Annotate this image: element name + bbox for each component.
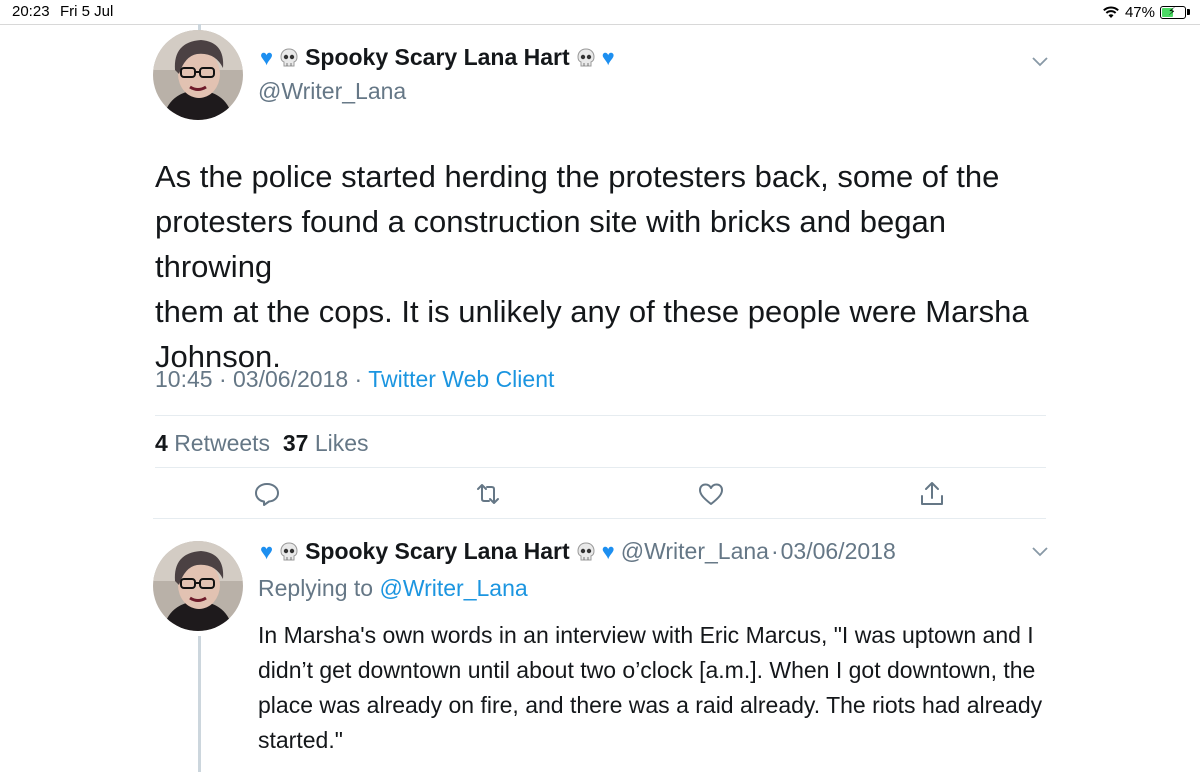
divider <box>155 415 1046 416</box>
replying-handle-link[interactable]: @Writer_Lana <box>379 575 527 601</box>
retweets-stat[interactable]: 4 Retweets <box>155 430 270 456</box>
reply-text-line: place was already on fire, and there was… <box>258 692 1043 718</box>
chevron-down-icon[interactable] <box>1031 546 1049 558</box>
skull-icon <box>280 541 298 560</box>
divider <box>153 518 1046 519</box>
replying-to: Replying to @Writer_Lana <box>258 575 528 602</box>
author-name-row[interactable]: ♥ Spooky Scary Lana Hart ♥ <box>260 44 615 71</box>
status-time: 20:23 <box>12 3 50 20</box>
wifi-icon <box>1103 6 1119 18</box>
display-name: Spooky Scary Lana Hart <box>305 44 570 70</box>
chevron-down-icon[interactable] <box>1031 56 1049 68</box>
reply-handle[interactable]: @Writer_Lana <box>621 538 769 565</box>
skull-icon <box>577 541 595 560</box>
tweet-date[interactable]: 03/06/2018 <box>233 366 348 392</box>
blue-heart-icon: ♥ <box>601 538 615 564</box>
reply-text-line: started." <box>258 727 343 753</box>
likes-label: Likes <box>314 430 369 456</box>
tweet-time[interactable]: 10:45 <box>155 366 213 392</box>
reply-date[interactable]: 03/06/2018 <box>781 538 896 565</box>
reply-author-row[interactable]: ♥ Spooky Scary Lana Hart ♥ @Writer_Lana … <box>260 538 896 565</box>
reply-icon[interactable] <box>253 480 281 508</box>
tweet-client-link[interactable]: Twitter Web Client <box>368 366 554 392</box>
charging-icon: ⚡ <box>1168 5 1176 18</box>
tweet-stats: 4 Retweets 37 Likes <box>155 430 369 457</box>
blue-heart-icon: ♥ <box>260 538 274 564</box>
like-icon[interactable] <box>697 480 725 508</box>
battery-percent: 47% <box>1124 3 1155 21</box>
reply-text-line: didn’t get downtown until about two o’cl… <box>258 657 1036 683</box>
retweets-label: Retweets <box>174 430 271 456</box>
tweet-text-line: them at the cops. It is unlikely any of … <box>155 294 1029 329</box>
tweet-meta: 10:45 · 03/06/2018 · Twitter Web Client <box>155 366 554 393</box>
thread-line-bottom <box>198 636 201 772</box>
meta-separator: · <box>770 538 779 564</box>
replying-label: Replying to <box>258 575 374 601</box>
reply-avatar[interactable] <box>153 541 243 631</box>
battery-tip <box>1187 9 1190 15</box>
tweet-text-line: protesters found a construction site wit… <box>155 204 946 284</box>
likes-count: 37 <box>282 430 309 456</box>
skull-icon <box>577 47 595 66</box>
retweets-count: 4 <box>155 430 168 456</box>
meta-separator: · <box>218 366 227 392</box>
status-date: Fri 5 Jul <box>60 3 114 20</box>
reply-text: In Marsha's own words in an interview wi… <box>258 618 1058 758</box>
divider <box>155 467 1046 468</box>
avatar[interactable] <box>153 30 243 120</box>
battery-icon: ⚡ <box>1160 5 1186 19</box>
reply-display-name: Spooky Scary Lana Hart <box>305 538 570 564</box>
skull-icon <box>280 47 298 66</box>
status-bar: 20:23 Fri 5 Jul 47% ⚡ <box>0 0 1200 25</box>
share-icon[interactable] <box>918 480 946 508</box>
author-handle[interactable]: @Writer_Lana <box>258 78 406 105</box>
tweet-text: As the police started herding the protes… <box>155 154 1055 379</box>
tweet-text-line: As the police started herding the protes… <box>155 159 1000 194</box>
blue-heart-icon: ♥ <box>601 44 615 70</box>
blue-heart-icon: ♥ <box>260 44 274 70</box>
meta-separator: · <box>354 366 363 392</box>
status-right: 47% ⚡ <box>1102 2 1190 22</box>
reply-text-line: In Marsha's own words in an interview wi… <box>258 622 1034 648</box>
retweet-icon[interactable] <box>474 480 502 508</box>
likes-stat[interactable]: 37 Likes <box>283 430 369 456</box>
